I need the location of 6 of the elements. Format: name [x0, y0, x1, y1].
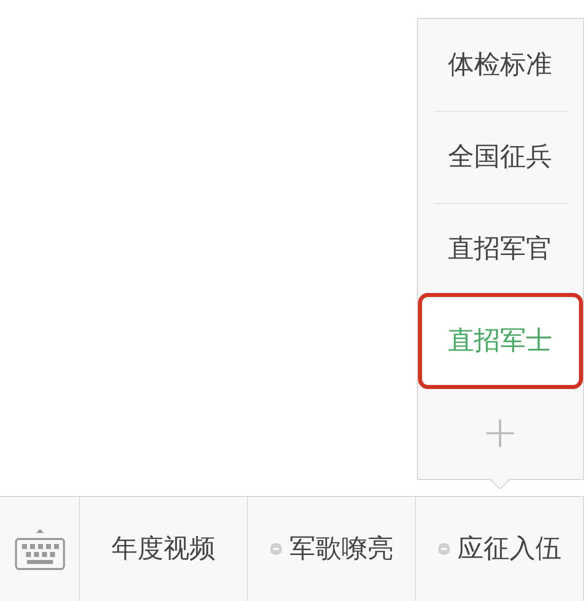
menu-tab[interactable]: 应征入伍	[416, 497, 583, 601]
menu-tab[interactable]: 军歌嘹亮	[248, 497, 416, 601]
submenu-dot-icon	[438, 543, 450, 555]
submenu-dot-icon	[270, 543, 282, 555]
keyboard-icon[interactable]	[14, 527, 66, 571]
menu-tab[interactable]: 年度视频	[80, 497, 248, 601]
